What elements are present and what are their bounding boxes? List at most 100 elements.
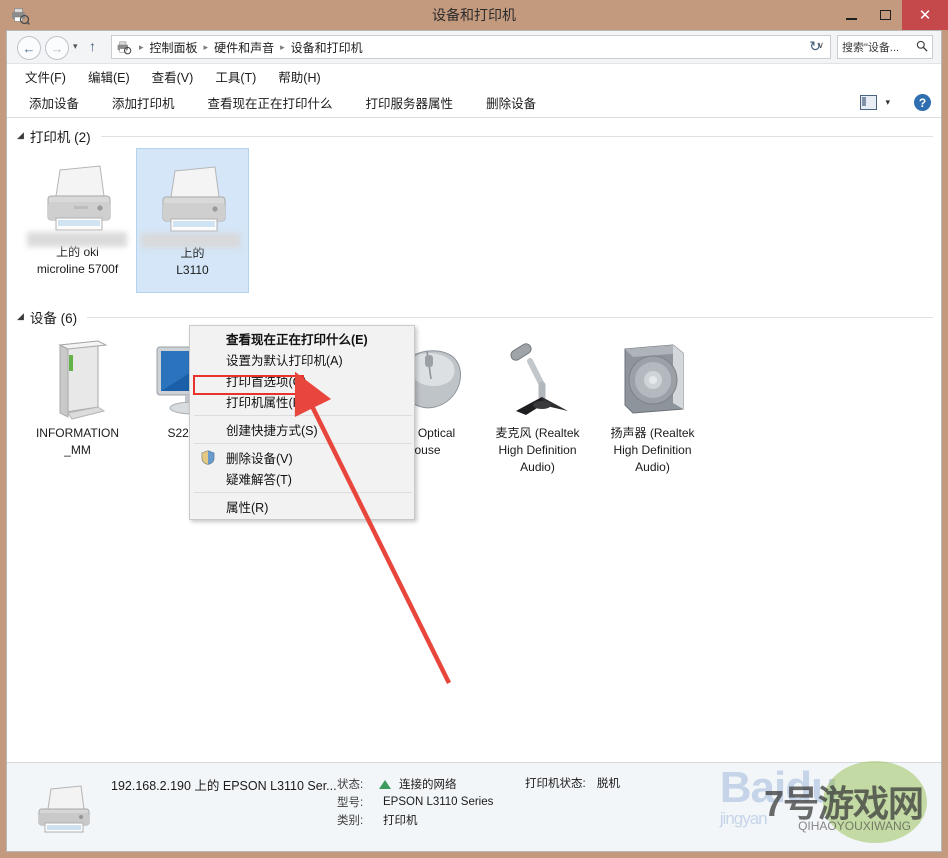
device-label: 上的 oki microline 5700f [36,245,119,276]
context-menu-separator [194,443,412,444]
recent-locations-button[interactable]: ▾ [73,41,78,52]
context-menu-item-create-shortcut[interactable]: 创建快捷方式(S) [190,419,414,440]
group-title-printers: 打印机 (2) [29,130,91,145]
group-header-devices[interactable]: ◢ 设备 (6) [7,299,941,329]
details-value: 打印机 [383,815,418,827]
annotation-highlight-box [193,375,304,395]
devices-and-printers-window: 设备和打印机 ✕ ← → ▾ ↑ ▸ 控制面板 ▸ 硬件和声音 ▸ 设备和打印机… [0,0,948,858]
details-value: 连接的网络 [399,779,457,791]
context-menu-item-see-whats-printing[interactable]: 查看现在正在打印什么(E) [190,328,414,349]
preview-pane-icon[interactable] [860,95,878,110]
title-bar: 设备和打印机 ✕ [0,0,948,30]
network-connected-icon [379,779,391,789]
device-tile-information-mm[interactable]: INFORMATION _MM [21,329,134,493]
add-printer-button[interactable]: 添加打印机 [112,93,175,112]
device-tile-realtek-microphone[interactable]: 麦克风 (Realtek High Definition Audio) [481,329,594,493]
search-input[interactable]: 搜索"设备... [837,35,933,59]
menu-bar: 文件(F) 编辑(E) 查看(V) 工具(T) 帮助(H) [7,64,941,88]
redacted-hostname [27,232,127,247]
details-properties: 状态: 连接的网络 型号: EPSON L3110 Series 类别: 打印机 [337,775,493,829]
details-key: 类别: [337,815,364,827]
device-label: INFORMATION _MM [35,426,120,457]
window-title: 设备和打印机 [432,7,516,23]
context-menu-item-remove-device[interactable]: 删除设备(V) [190,447,414,468]
back-button[interactable]: ← [17,36,41,60]
up-button[interactable]: ↑ [89,38,96,54]
printers-tile-row: 上的 oki microline 5700f 上的 L3110 [7,148,941,293]
details-pane: 192.168.2.190 上的 EPSON L3110 Ser... 状态: … [7,761,941,851]
watermark-site: 7号游戏网 [763,783,924,824]
details-value: EPSON L3110 Series [383,796,494,808]
printer-icon [149,155,237,241]
details-row-category: 类别: 打印机 [337,811,493,829]
address-bar[interactable]: ▸ 控制面板 ▸ 硬件和声音 ▸ 设备和打印机 ∨ [111,35,831,59]
maximize-icon [879,10,891,20]
command-bar: 添加设备 添加打印机 查看现在正在打印什么 打印服务器属性 删除设备 ▾ ? [7,88,941,118]
redacted-hostname [141,233,241,248]
device-tile-oki-printer[interactable]: 上的 oki microline 5700f [21,148,134,293]
help-icon[interactable]: ? [914,94,931,111]
devices-tile-row: INFORMATION_MM S22D390 [7,329,941,493]
speaker-icon [607,335,699,421]
context-menu-item-troubleshoot[interactable]: 疑难解答(T) [190,468,414,489]
watermark-baidu-sub: jingyan [719,809,768,828]
context-menu-item-properties[interactable]: 属性(R) [190,496,414,517]
details-key: 状态: [337,779,364,791]
maximize-button[interactable] [868,0,902,30]
window-controls: ✕ [834,0,948,30]
address-devices-icon [116,39,132,55]
group-title-devices: 设备 (6) [29,311,78,326]
refresh-button[interactable]: ↻ [809,38,821,55]
details-printer-status: 打印机状态: 脱机 [525,775,620,791]
details-key: 型号: [337,797,364,809]
device-label: 扬声器 (Realtek High Definition Audio) [610,426,695,474]
context-menu-item-set-default-printer[interactable]: 设置为默认打印机(A) [190,349,414,370]
group-divider [87,316,933,318]
menu-tools[interactable]: 工具(T) [215,67,256,86]
watermark-baidu: Baidu jingyan [719,763,838,828]
context-menu-separator [194,415,412,416]
breadcrumb-devices-printers[interactable]: 设备和打印机 [289,39,365,56]
breadcrumb-sep-2[interactable]: ▸ [276,42,289,53]
breadcrumb-control-panel[interactable]: 控制面板 [148,39,200,56]
menu-file[interactable]: 文件(F) [25,67,66,86]
remove-device-button[interactable]: 删除设备 [486,93,536,112]
menu-view[interactable]: 查看(V) [152,67,194,86]
navigation-bar: ← → ▾ ↑ ▸ 控制面板 ▸ 硬件和声音 ▸ 设备和打印机 ∨ ↻ 搜索"设… [7,31,941,64]
chevron-down-icon[interactable]: ▾ [885,97,890,108]
see-whats-printing-button[interactable]: 查看现在正在打印什么 [208,93,333,112]
details-row-model: 型号: EPSON L3110 Series [337,793,493,811]
client-area: ← → ▾ ↑ ▸ 控制面板 ▸ 硬件和声音 ▸ 设备和打印机 ∨ ↻ 搜索"设… [6,30,942,852]
device-label: 麦克风 (Realtek High Definition Audio) [495,426,580,474]
device-tile-realtek-speakers[interactable]: 扬声器 (Realtek High Definition Audio) [596,329,709,493]
minimize-button[interactable] [834,0,868,30]
close-button[interactable]: ✕ [902,0,948,30]
minimize-icon [845,17,857,20]
details-row-status: 状态: 连接的网络 [337,775,493,793]
add-device-button[interactable]: 添加设备 [29,93,79,112]
device-tile-epson-l3110-printer[interactable]: 上的 L3110 [136,148,249,293]
search-icon [916,40,928,55]
external-drive-icon [38,335,118,421]
group-divider [100,135,933,137]
watermark-site-pinyin: QIHAOYOUXIWANG [798,819,911,833]
menu-edit[interactable]: 编辑(E) [88,67,130,86]
breadcrumb-sep-1[interactable]: ▸ [200,42,213,53]
menu-help[interactable]: 帮助(H) [278,67,320,86]
breadcrumb-hardware-sound[interactable]: 硬件和声音 [212,39,276,56]
group-header-printers[interactable]: ◢ 打印机 (2) [7,118,941,148]
search-placeholder: 搜索"设备... [842,42,900,54]
watermark-circle [823,761,927,843]
collapse-caret-icon[interactable]: ◢ [17,311,24,322]
collapse-caret-icon[interactable]: ◢ [17,130,24,141]
print-server-properties-button[interactable]: 打印服务器属性 [366,93,454,112]
forward-button[interactable]: → [45,36,69,60]
context-menu: 查看现在正在打印什么(E) 设置为默认打印机(A) 打印首选项(G) 打印机属性… [189,325,415,520]
device-label: 上的 L3110 [176,246,209,277]
context-menu-item-label: 删除设备(V) [226,452,293,466]
microphone-icon [490,335,586,421]
command-bar-right: ▾ ? [860,88,931,117]
items-view: ◢ 打印机 (2) 上的 oki microline 5700f 上的 L311… [7,118,941,774]
context-menu-separator [194,492,412,493]
breadcrumb-sep-0: ▸ [139,41,144,52]
